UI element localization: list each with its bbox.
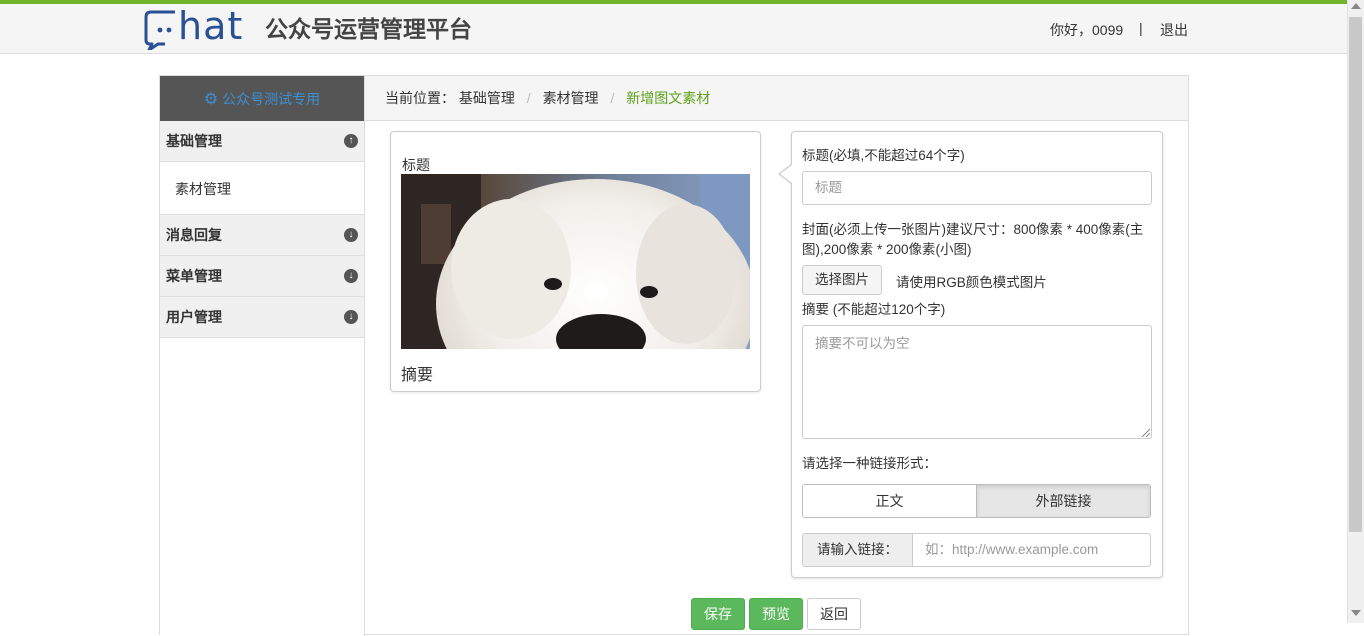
rgb-hint-text: 请使用RGB颜色模式图片 — [896, 275, 1047, 290]
sidebar-item-message-reply[interactable]: 消息回复 ↓ — [160, 215, 364, 256]
collapse-up-icon: ↑ — [344, 134, 358, 148]
breadcrumb-separator: / — [610, 90, 615, 106]
expand-down-icon: ↓ — [344, 228, 358, 242]
sidebar-item-label: 菜单管理 — [166, 268, 222, 284]
link-type-external-button[interactable]: 外部链接 — [977, 485, 1150, 517]
link-input-group: 请输入链接： 如：http://www.example.com — [802, 533, 1151, 567]
preview-cover-image — [401, 174, 750, 349]
sidebar-item-menu-management[interactable]: 菜单管理 ↓ — [160, 256, 364, 297]
logout-link[interactable]: 退出 — [1160, 20, 1188, 40]
user-greeting: 你好，0099 — [1050, 22, 1124, 38]
link-type-label: 请选择一种链接形式： — [802, 456, 937, 471]
sidebar-item-user-management[interactable]: 用户管理 ↓ — [160, 297, 364, 338]
resize-grip-icon[interactable] — [1140, 427, 1150, 437]
summary-label: 摘要 (不能超过120个字) — [802, 302, 946, 317]
expand-down-icon: ↓ — [344, 310, 358, 324]
link-type-toggle-group: 正文 外部链接 — [802, 484, 1151, 518]
preview-title: 标题 — [402, 157, 430, 173]
sidebar-item-label: 消息回复 — [166, 227, 222, 243]
back-button[interactable]: 返回 — [807, 598, 861, 630]
summary-textarea[interactable]: 摘要不可以为空 — [802, 325, 1152, 439]
breadcrumb-basic-management[interactable]: 基础管理 — [459, 90, 515, 106]
dog-photo-image — [401, 174, 750, 349]
scrollbar-thumb[interactable] — [1349, 17, 1362, 532]
choose-image-button[interactable]: 选择图片 — [802, 265, 882, 295]
title-input[interactable]: 标题 — [802, 171, 1152, 205]
breadcrumb-material-management[interactable]: 素材管理 — [543, 90, 599, 106]
popover-arrow-fill — [780, 165, 792, 183]
scroll-up-arrow-icon[interactable] — [1351, 3, 1361, 9]
breadcrumb-separator: / — [526, 90, 531, 106]
account-name: 公众号测试专用 — [222, 90, 321, 107]
sidebar-item-label: 用户管理 — [166, 309, 222, 325]
header-separator: | — [1139, 20, 1143, 36]
scroll-down-arrow-icon[interactable] — [1351, 610, 1361, 616]
gear-icon: ⚙ — [203, 90, 219, 108]
account-header: ⚙ 公众号测试专用 — [160, 76, 364, 121]
link-input-addon: 请输入链接： — [803, 534, 913, 566]
expand-down-icon: ↓ — [344, 269, 358, 283]
platform-title: 公众号运营管理平台 — [265, 16, 472, 42]
preview-button[interactable]: 预览 — [749, 598, 803, 630]
sidebar-item-label: 基础管理 — [166, 133, 222, 149]
save-button[interactable]: 保存 — [691, 598, 745, 630]
link-type-body-button[interactable]: 正文 — [803, 485, 977, 517]
preview-summary: 摘要 — [401, 367, 434, 384]
title-label: 标题(必填,不能超过64个字) — [802, 148, 965, 163]
logo-text: hat — [178, 4, 244, 48]
breadcrumb: 当前位置： 基础管理 / 素材管理 / 新增图文素材 — [365, 76, 1188, 121]
cover-label: 封面(必须上传一张图片)建议尺寸：800像素 * 400像素(主图),200像素… — [802, 222, 1144, 257]
breadcrumb-current: 新增图文素材 — [626, 90, 711, 106]
sidebar-subitem-material-management[interactable]: 素材管理 — [160, 163, 364, 215]
breadcrumb-prefix: 当前位置： — [385, 90, 455, 106]
link-url-input[interactable]: 如：http://www.example.com — [913, 534, 1150, 566]
sidebar-item-basic-management[interactable]: 基础管理 ↑ — [160, 121, 364, 162]
